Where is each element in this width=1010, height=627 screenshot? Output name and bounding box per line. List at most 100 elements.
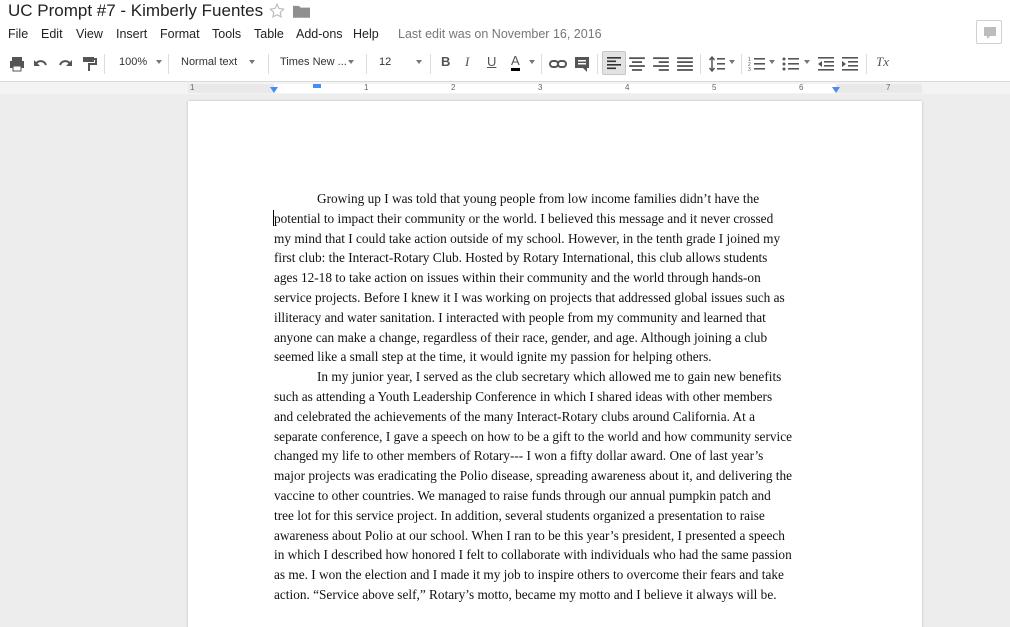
align-left-button[interactable] [602, 51, 626, 75]
text-line: anyone can make a change, regardless of … [274, 329, 768, 345]
text-line: and celebrated the achievements of the m… [274, 408, 756, 424]
ruler-number: 1 [364, 83, 369, 92]
right-indent-marker[interactable] [832, 87, 840, 93]
decrease-indent-icon[interactable] [817, 55, 835, 73]
line-spacing-icon[interactable] [708, 55, 726, 73]
text-cursor [273, 210, 274, 226]
text-line: seemed like a small step at the time, it… [274, 349, 712, 365]
font-select[interactable]: Times New ... [280, 56, 347, 68]
text-line: as me. I won the election and I made it … [274, 567, 784, 583]
ruler-left-margin [188, 84, 274, 93]
first-line-indent-marker[interactable] [313, 84, 321, 88]
toolbar-separator [268, 54, 269, 74]
font-caret-icon [348, 60, 354, 64]
menu-tools[interactable]: Tools [212, 27, 241, 41]
ruler-right-margin [836, 84, 922, 93]
toolbar-separator [597, 54, 598, 74]
ruler-number: 3 [538, 83, 543, 92]
clear-formatting-button[interactable]: Tx [876, 54, 889, 70]
bulleted-list-caret-icon [804, 60, 810, 64]
star-icon[interactable] [268, 2, 286, 20]
menu-bar: File Edit View Insert Format Tools Table… [0, 24, 1010, 46]
paragraph-style-select[interactable]: Normal text [181, 56, 237, 68]
paint-format-icon[interactable] [80, 55, 98, 73]
text-line: service projects. Before I knew it I was… [274, 289, 785, 305]
menu-edit[interactable]: Edit [41, 27, 63, 41]
text-line: illiteracy and water sanitation. I inter… [274, 309, 766, 325]
text-line: my mind that I could take action outside… [274, 230, 781, 246]
menu-file[interactable]: File [8, 27, 28, 41]
style-caret-icon [249, 60, 255, 64]
ruler: 1 1 2 3 4 5 6 7 [0, 82, 1010, 94]
justify-icon[interactable] [676, 55, 694, 73]
toolbar-separator [104, 54, 105, 74]
line-spacing-caret-icon [729, 60, 735, 64]
font-size-select[interactable]: 12 [379, 56, 391, 68]
toolbar-separator [866, 54, 867, 74]
comments-button[interactable] [976, 20, 1002, 44]
menu-view[interactable]: View [76, 27, 103, 41]
menu-help[interactable]: Help [353, 27, 379, 41]
toolbar: 100% Normal text Times New ... 12 B I U … [0, 46, 1010, 82]
numbered-list-icon[interactable]: 123 [748, 55, 766, 73]
menu-table[interactable]: Table [254, 27, 284, 41]
text-line: vaccine to other countries. We managed t… [274, 487, 771, 503]
menu-insert[interactable]: Insert [116, 27, 147, 41]
title-bar: UC Prompt #7 - Kimberly Fuentes [0, 0, 1010, 24]
italic-button[interactable]: I [465, 54, 469, 70]
document-body[interactable]: Growing up I was told that young people … [273, 189, 838, 605]
undo-icon[interactable] [32, 55, 50, 73]
text-line: potential to impact their community or t… [274, 210, 774, 226]
ruler-number: 4 [625, 83, 630, 92]
align-right-icon[interactable] [652, 55, 670, 73]
link-icon[interactable] [549, 55, 567, 73]
ruler-number: 6 [799, 83, 804, 92]
text-color-caret-icon [529, 60, 535, 64]
toolbar-separator [541, 54, 542, 74]
redo-icon[interactable] [56, 55, 74, 73]
text-line: in which I described how honored I felt … [274, 547, 792, 563]
menu-add-ons[interactable]: Add-ons [296, 27, 343, 41]
underline-button[interactable]: U [487, 54, 496, 69]
text-line: action. “Service above self,” Rotary’s m… [274, 586, 777, 602]
numbered-list-caret-icon [769, 60, 775, 64]
increase-indent-icon[interactable] [841, 55, 859, 73]
text-line: separate conference, I gave a speech on … [274, 428, 793, 444]
align-left-icon [607, 57, 621, 70]
zoom-caret-icon [156, 60, 162, 64]
text-line: changed my life to other members of Rota… [274, 448, 764, 464]
last-edit-status[interactable]: Last edit was on November 16, 2016 [398, 27, 602, 41]
document-page[interactable]: Growing up I was told that young people … [188, 101, 922, 627]
text-line: major projects was eradicating the Polio… [274, 468, 793, 484]
bold-button[interactable]: B [441, 54, 450, 69]
size-caret-icon [416, 60, 422, 64]
text-line: first club: the Interact-Rotary Club. Ho… [274, 250, 768, 266]
text-line: tree lot for this service project. In ad… [274, 507, 765, 523]
ruler-number: 5 [712, 83, 717, 92]
comment-icon [984, 27, 996, 39]
text-line: In my junior year, I served as the club … [317, 369, 782, 385]
ruler-number: 1 [190, 83, 195, 92]
ruler-number: 2 [451, 83, 456, 92]
ruler-number: 7 [886, 83, 891, 92]
document-title[interactable]: UC Prompt #7 - Kimberly Fuentes [8, 1, 263, 21]
text-line: such as attending a Youth Leadership Con… [274, 388, 773, 404]
insert-comment-icon[interactable] [573, 55, 591, 73]
toolbar-separator [168, 54, 169, 74]
text-line: Growing up I was told that young people … [317, 191, 760, 206]
print-icon[interactable] [8, 55, 26, 73]
toolbar-separator [700, 54, 701, 74]
toolbar-separator [366, 54, 367, 74]
text-line: ages 12-18 to take action on issues with… [274, 270, 761, 286]
toolbar-separator [430, 54, 431, 74]
left-indent-marker[interactable] [270, 87, 278, 93]
align-center-icon[interactable] [628, 55, 646, 73]
text-color-button[interactable]: A [511, 54, 520, 71]
toolbar-separator [741, 54, 742, 74]
ruler-strip [188, 84, 922, 93]
folder-icon[interactable] [293, 4, 310, 18]
menu-format[interactable]: Format [160, 27, 200, 41]
svg-text:3: 3 [748, 67, 751, 73]
bulleted-list-icon[interactable] [782, 55, 800, 73]
zoom-select[interactable]: 100% [119, 56, 147, 68]
